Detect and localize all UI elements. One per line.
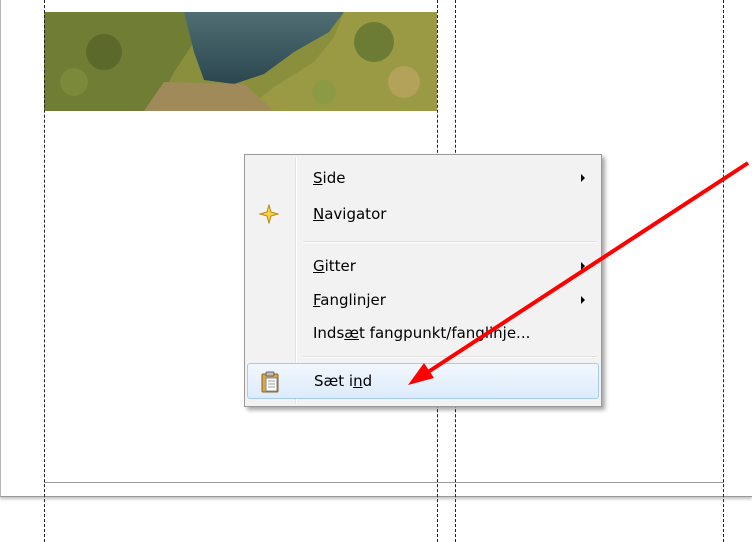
annotation-arrow xyxy=(408,161,750,385)
